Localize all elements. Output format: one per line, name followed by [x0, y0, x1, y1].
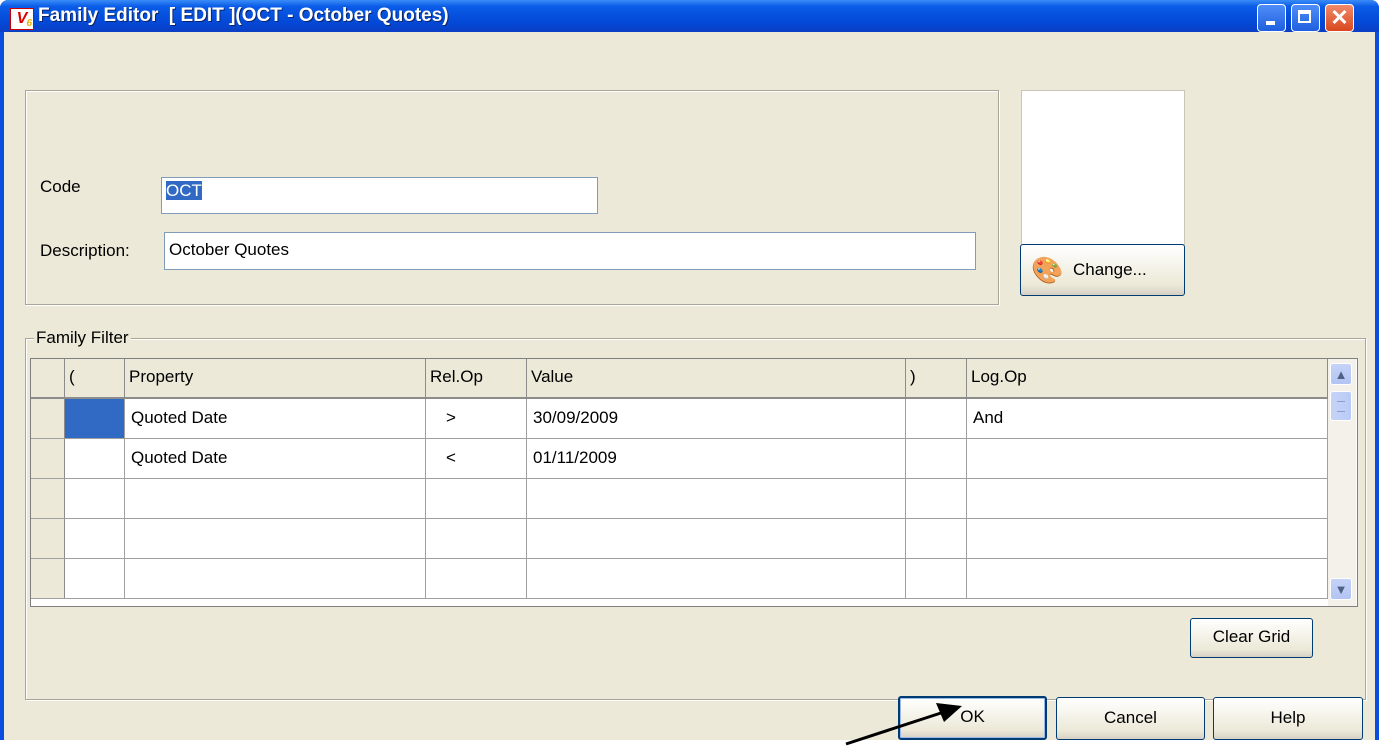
- minimize-button[interactable]: [1257, 4, 1286, 32]
- logop-cell[interactable]: [967, 439, 1328, 478]
- annotation-arrow: [845, 703, 962, 746]
- row-indicator[interactable]: [31, 439, 65, 478]
- open-paren-cell[interactable]: [65, 559, 125, 598]
- table-row[interactable]: [31, 559, 1328, 599]
- close-paren-cell[interactable]: [906, 519, 967, 558]
- close-paren-cell[interactable]: [906, 399, 967, 438]
- property-cell[interactable]: [125, 519, 426, 558]
- maximize-button[interactable]: [1291, 4, 1320, 32]
- value-cell[interactable]: [527, 479, 906, 518]
- close-icon: ✕: [1330, 5, 1349, 30]
- property-cell[interactable]: Quoted Date: [125, 439, 426, 478]
- table-row[interactable]: Quoted Date <01/11/2009: [31, 439, 1328, 479]
- column-header-close-paren[interactable]: ): [906, 359, 967, 397]
- app-logo-icon: V6: [10, 8, 34, 30]
- dialog-client: Code OCT Description: October Quotes 🎨 C…: [4, 32, 1375, 740]
- filter-grid[interactable]: ( Property Rel.Op Value ) Log.Op Quoted …: [30, 358, 1358, 607]
- table-row[interactable]: [31, 519, 1328, 559]
- property-cell[interactable]: Quoted Date: [125, 399, 426, 438]
- value-cell[interactable]: 01/11/2009: [527, 439, 906, 478]
- relop-cell[interactable]: >: [426, 399, 527, 438]
- change-image-button[interactable]: 🎨 Change...: [1020, 244, 1185, 296]
- table-row[interactable]: Quoted Date >30/09/2009 And: [31, 399, 1328, 439]
- scroll-up-button[interactable]: ▲: [1330, 363, 1352, 385]
- cancel-button[interactable]: Cancel: [1056, 697, 1205, 740]
- value-cell[interactable]: [527, 519, 906, 558]
- logop-cell[interactable]: [967, 519, 1328, 558]
- column-header-value[interactable]: Value: [527, 359, 906, 397]
- open-paren-cell[interactable]: [65, 399, 125, 438]
- scroll-thumb[interactable]: [1330, 391, 1352, 421]
- close-button[interactable]: ✕: [1325, 4, 1354, 32]
- paint-palette-icon: 🎨: [1031, 255, 1064, 285]
- column-header-open-paren[interactable]: (: [65, 359, 125, 397]
- description-label: Description:: [40, 241, 130, 260]
- close-paren-cell[interactable]: [906, 559, 967, 598]
- relop-cell[interactable]: [426, 519, 527, 558]
- code-field[interactable]: OCT: [161, 177, 598, 214]
- family-image-preview: [1021, 90, 1185, 245]
- logop-cell[interactable]: And: [967, 399, 1328, 438]
- table-row[interactable]: [31, 479, 1328, 519]
- row-indicator[interactable]: [31, 519, 65, 558]
- logop-cell[interactable]: [967, 479, 1328, 518]
- window-title: Family Editor [ EDIT ](OCT - October Quo…: [38, 5, 449, 26]
- clear-grid-button[interactable]: Clear Grid: [1190, 618, 1313, 658]
- chevron-down-icon: ▼: [1334, 582, 1348, 597]
- relop-cell[interactable]: [426, 559, 527, 598]
- open-paren-cell[interactable]: [65, 479, 125, 518]
- column-header-logop[interactable]: Log.Op: [967, 359, 1328, 397]
- open-paren-cell[interactable]: [65, 439, 125, 478]
- family-editor-window: V6 Family Editor [ EDIT ](OCT - October …: [0, 0, 1379, 740]
- title-bar[interactable]: V6 Family Editor [ EDIT ](OCT - October …: [0, 0, 1379, 32]
- relop-cell[interactable]: <: [426, 439, 527, 478]
- column-header-property[interactable]: Property: [125, 359, 426, 397]
- close-paren-cell[interactable]: [906, 479, 967, 518]
- property-cell[interactable]: [125, 559, 426, 598]
- row-indicator-header: [31, 359, 65, 397]
- grid-header-row: ( Property Rel.Op Value ) Log.Op: [31, 359, 1328, 399]
- row-indicator[interactable]: [31, 399, 65, 438]
- family-filter-label: Family Filter: [34, 328, 131, 348]
- column-header-relop[interactable]: Rel.Op: [426, 359, 527, 397]
- row-indicator[interactable]: [31, 479, 65, 518]
- code-label: Code: [40, 177, 81, 196]
- row-indicator[interactable]: [31, 559, 65, 598]
- value-cell[interactable]: 30/09/2009: [527, 399, 906, 438]
- description-field[interactable]: October Quotes: [164, 232, 976, 270]
- logop-cell[interactable]: [967, 559, 1328, 598]
- property-cell[interactable]: [125, 479, 426, 518]
- help-button[interactable]: Help: [1213, 697, 1363, 740]
- close-paren-cell[interactable]: [906, 439, 967, 478]
- grid-vertical-scrollbar[interactable]: ▲ ▼: [1328, 359, 1356, 606]
- open-paren-cell[interactable]: [65, 519, 125, 558]
- scroll-down-button[interactable]: ▼: [1330, 578, 1352, 600]
- relop-cell[interactable]: [426, 479, 527, 518]
- value-cell[interactable]: [527, 559, 906, 598]
- chevron-up-icon: ▲: [1334, 367, 1348, 382]
